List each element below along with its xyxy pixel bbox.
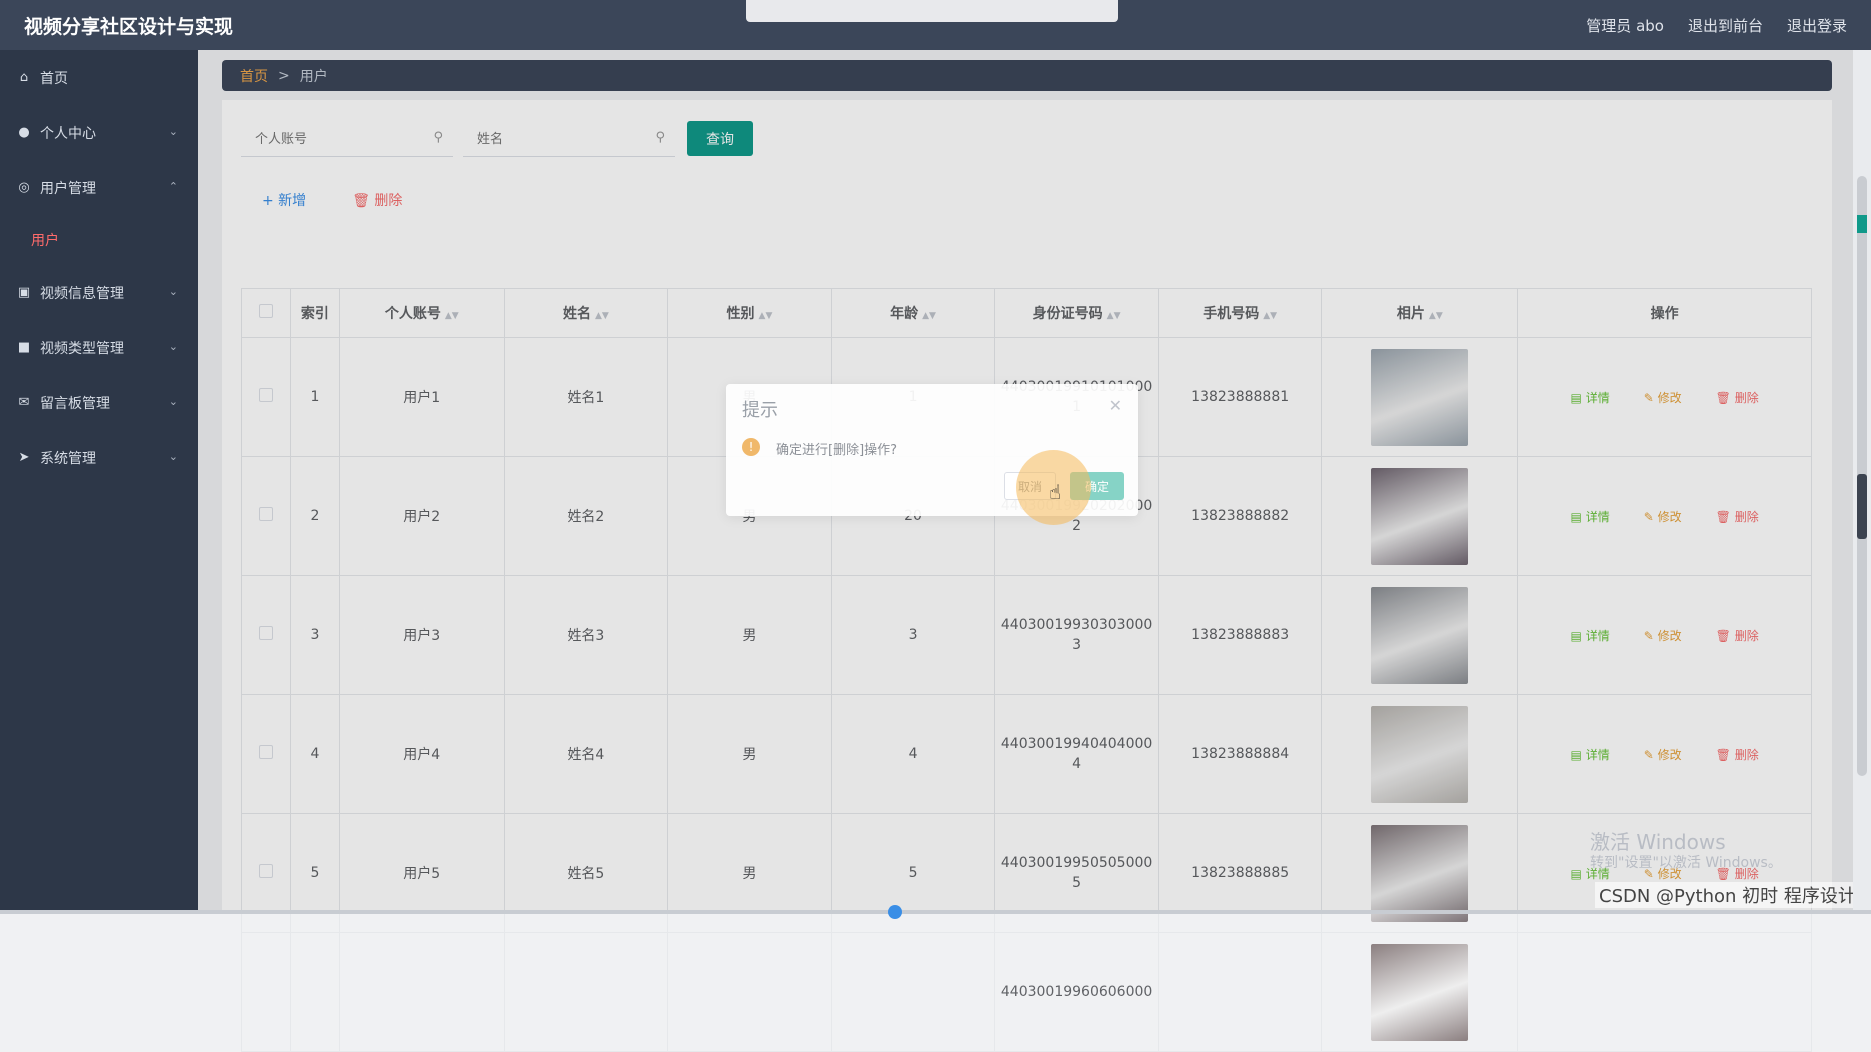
page-scrollbar[interactable] <box>1853 50 1871 914</box>
windows-activation-hint: 转到"设置"以激活 Windows。 <box>1590 855 1782 871</box>
send-icon: ➤ <box>18 450 30 465</box>
chevron-down-icon: ⌄ <box>168 125 178 138</box>
sidebar-item-label: 视频类型管理 <box>40 340 124 357</box>
sidebar-item-video-type[interactable]: ■ 视频类型管理 ⌄ <box>0 320 198 375</box>
cell-age <box>830 932 996 1052</box>
chart-icon: ▣ <box>17 285 31 300</box>
home-icon: ⌂ <box>19 70 29 85</box>
close-icon[interactable]: ✕ <box>1109 396 1122 415</box>
logout-link[interactable]: 退出登录 <box>1787 15 1847 36</box>
cell-phone <box>1157 932 1323 1052</box>
cell-name <box>503 932 669 1052</box>
sidebar: ⌂ 首页 ● 个人中心 ⌄ ◎ 用户管理 ⌃ 用户 ▣ 视频信息管理 ⌄ ■ 视… <box>0 50 198 914</box>
admin-label: 管理员 abo <box>1586 16 1664 35</box>
user-photo[interactable] <box>1371 943 1469 1041</box>
cell-gender <box>667 932 832 1052</box>
chevron-up-icon: ⌃ <box>168 180 178 193</box>
sidebar-item-label: 用户管理 <box>40 180 96 197</box>
hand-cursor-icon: ☝ <box>1049 480 1062 504</box>
scrollbar-marker <box>1857 215 1867 233</box>
sidebar-item-label: 系统管理 <box>40 450 96 467</box>
cell-index <box>289 932 340 1052</box>
scrollbar-handle[interactable] <box>1857 474 1867 539</box>
mail-icon: ✉ <box>18 395 30 410</box>
top-notice <box>746 0 1118 22</box>
sidebar-item-profile[interactable]: ● 个人中心 ⌄ <box>0 105 198 160</box>
dialog-message: 确定进行[删除]操作? <box>776 443 898 458</box>
sidebar-item-system[interactable]: ➤ 系统管理 ⌄ <box>0 430 198 485</box>
sidebar-item-label: 留言板管理 <box>40 395 110 412</box>
users-icon: ◎ <box>18 180 30 195</box>
dialog-title: 提示 <box>742 400 778 421</box>
table-row[interactable]: 44030019960606000 <box>241 932 1812 1052</box>
user-icon: ● <box>18 125 30 140</box>
csdn-watermark: CSDN @Python 初时 程序设计 <box>1595 882 1860 908</box>
windows-activation-title: 激活 Windows <box>1590 830 1726 854</box>
sidebar-item-label: 首页 <box>40 70 68 87</box>
sidebar-item-message-board[interactable]: ✉ 留言板管理 ⌄ <box>0 375 198 430</box>
video-progress-handle[interactable] <box>888 905 902 919</box>
sidebar-item-label: 个人中心 <box>40 125 96 142</box>
chevron-down-icon: ⌄ <box>168 450 178 463</box>
back-to-front-link[interactable]: 退出到前台 <box>1688 15 1763 36</box>
sidebar-item-video-info[interactable]: ▣ 视频信息管理 ⌄ <box>0 265 198 320</box>
video-progress-bar[interactable] <box>0 910 1871 914</box>
chevron-down-icon: ⌄ <box>168 395 178 408</box>
cell-account <box>338 932 505 1052</box>
sidebar-item-user-manage[interactable]: ◎ 用户管理 ⌃ <box>0 160 198 215</box>
sidebar-item-home[interactable]: ⌂ 首页 <box>0 50 198 105</box>
video-icon: ■ <box>17 340 31 355</box>
sidebar-subitem-user[interactable]: 用户 <box>0 215 198 265</box>
app-title: 视频分享社区设计与实现 <box>24 15 234 38</box>
cell-id-number: 44030019960606000 <box>994 932 1159 1052</box>
sidebar-item-label: 视频信息管理 <box>40 285 124 302</box>
warning-icon: ! <box>742 438 760 456</box>
chevron-down-icon: ⌄ <box>168 340 178 353</box>
chevron-down-icon: ⌄ <box>168 285 178 298</box>
